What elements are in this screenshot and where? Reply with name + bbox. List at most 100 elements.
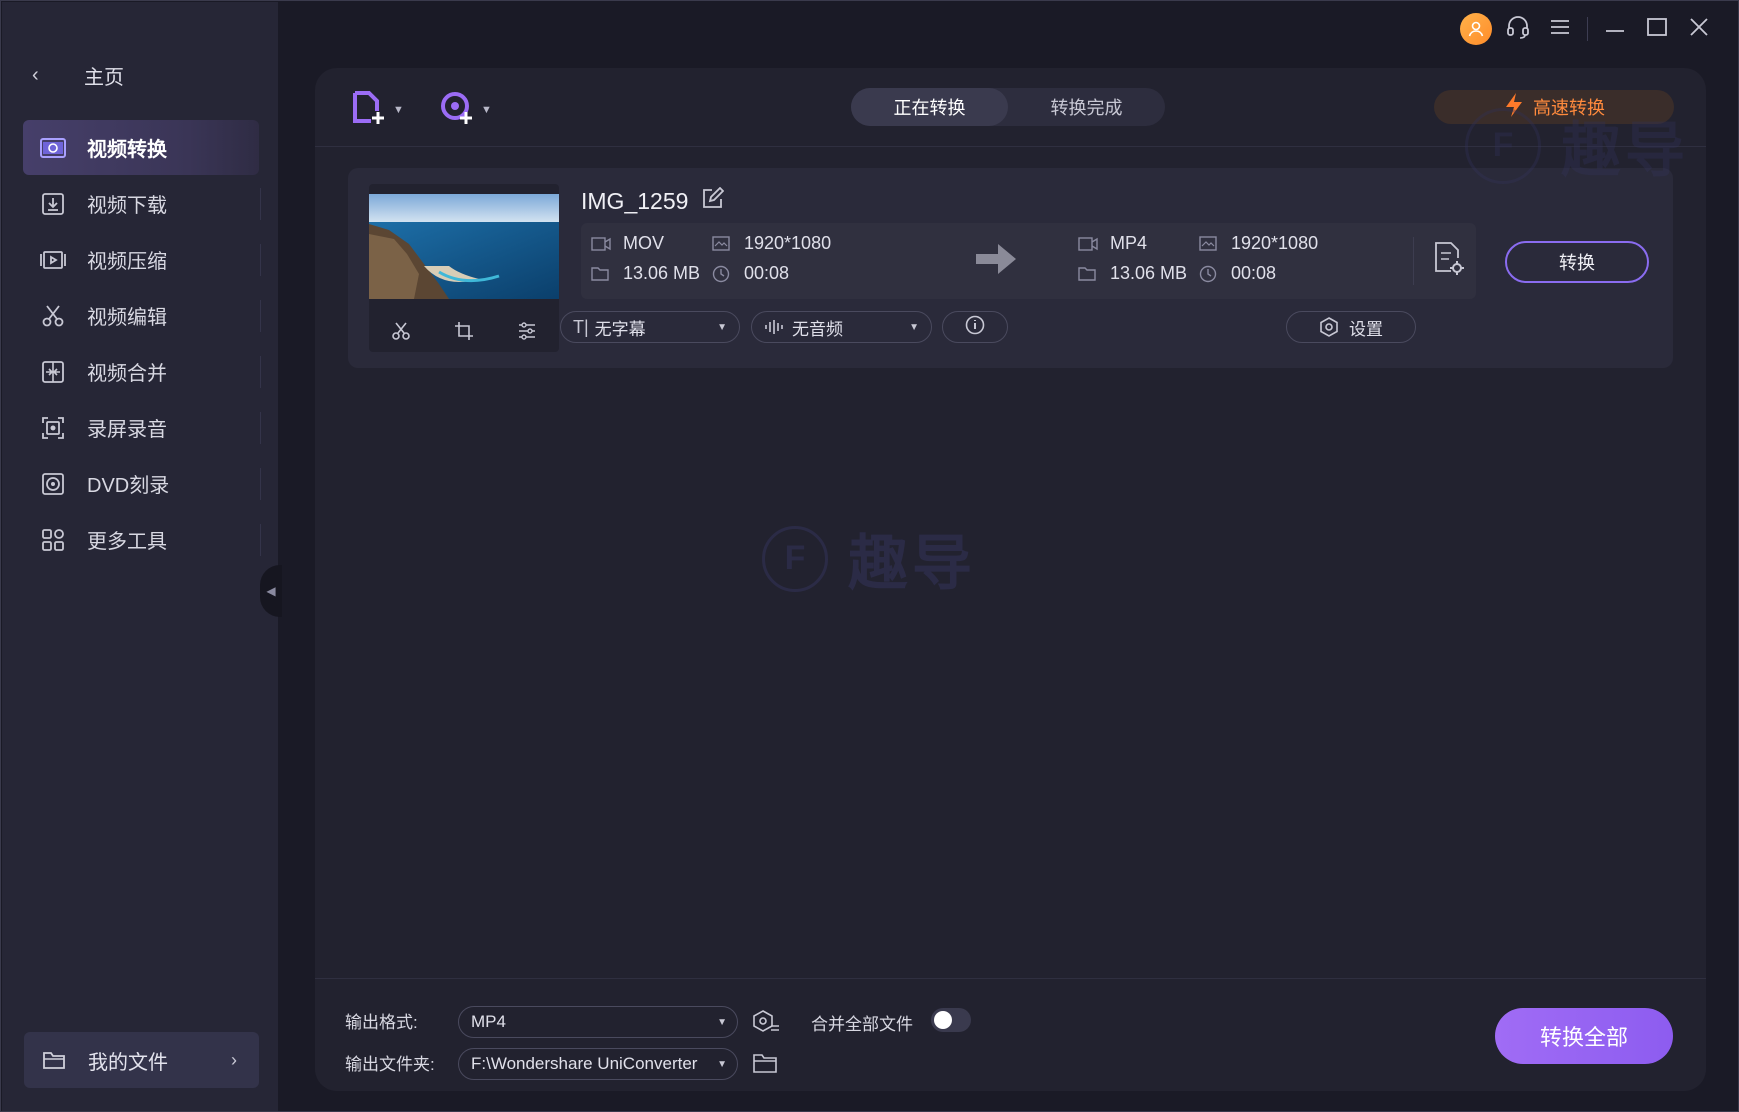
tab-converting[interactable]: 正在转换 xyxy=(851,88,1008,126)
collapse-sidebar-button[interactable]: ◀ xyxy=(260,565,282,617)
watermark: F 趣导 xyxy=(762,515,976,602)
output-settings-button[interactable] xyxy=(1433,241,1465,282)
settings-button[interactable]: 设置 xyxy=(1286,311,1416,343)
home-link[interactable]: ‹ 主页 xyxy=(32,60,124,90)
sidebar-item-video-edit[interactable]: 视频编辑 xyxy=(23,288,261,343)
source-size: 13.06 MB xyxy=(591,263,700,284)
tab-finished[interactable]: 转换完成 xyxy=(1008,88,1165,126)
subtitle-dropdown[interactable]: T| 无字幕 ▼ xyxy=(560,311,740,343)
add-disc-button[interactable]: ▼ xyxy=(439,90,492,130)
subtitle-icon: T| xyxy=(573,316,589,337)
scissors-icon xyxy=(39,302,67,330)
sidebar-item-label: 更多工具 xyxy=(87,531,167,553)
divider xyxy=(260,468,261,500)
merge-label: 合并全部文件 xyxy=(811,1015,913,1034)
subtitle-value: 无字幕 xyxy=(594,319,646,339)
divider xyxy=(260,300,261,332)
file-title: IMG_1259 xyxy=(581,186,725,215)
sidebar-item-video-compress[interactable]: 视频压缩 xyxy=(23,232,261,287)
audio-wave-icon xyxy=(764,319,786,335)
convert-all-button[interactable]: 转换全部 xyxy=(1495,1008,1673,1064)
source-size-value: 13.06 MB xyxy=(623,263,701,283)
trim-button[interactable] xyxy=(391,321,411,341)
sidebar-item-dvd[interactable]: DVD刻录 xyxy=(23,456,261,511)
main-panel: ▼ ▼ 正在转换 转换完成 高速转换 IMG_1259 MOV 13.06 MB… xyxy=(315,68,1706,1091)
sidebar-item-more-tools[interactable]: 更多工具 xyxy=(23,512,261,567)
watermark-text: 趣导 xyxy=(848,530,976,597)
divider xyxy=(1587,17,1588,41)
minimize-button[interactable] xyxy=(1594,11,1636,47)
account-button[interactable] xyxy=(1455,11,1497,47)
status-tab-switch: 正在转换 转换完成 xyxy=(851,88,1165,126)
add-disc-icon xyxy=(439,90,475,131)
watermark-top: F 趣导 xyxy=(1465,102,1689,189)
chevron-down-icon: ▼ xyxy=(717,321,727,333)
output-folder-select[interactable]: F:\Wondershare UniConverter ▼ xyxy=(458,1048,738,1080)
crop-button[interactable] xyxy=(454,321,474,341)
info-icon xyxy=(965,315,985,340)
effects-button[interactable] xyxy=(517,321,537,341)
divider xyxy=(260,244,261,276)
chevron-down-icon: ▼ xyxy=(717,1058,727,1070)
sidebar-item-label: 视频转换 xyxy=(87,139,167,161)
headset-icon xyxy=(1505,14,1531,45)
sidebar-item-video-merge[interactable]: 视频合并 xyxy=(23,344,261,399)
add-file-button[interactable]: ▼ xyxy=(351,90,404,130)
minimize-icon xyxy=(1605,20,1625,38)
source-duration: 00:08 xyxy=(712,263,789,284)
sidebar-item-label: 录屏录音 xyxy=(87,419,167,441)
target-resolution-value: 1920*1080 xyxy=(1231,233,1319,253)
source-resolution: 1920*1080 xyxy=(712,233,831,254)
menu-button[interactable] xyxy=(1539,11,1581,47)
bottom-bar: 输出格式: MP4 ▼ 合并全部文件 输出文件夹: F:\Wondershare… xyxy=(315,978,1706,1091)
chevron-right-icon: › xyxy=(231,1049,237,1070)
info-button[interactable] xyxy=(942,311,1008,343)
thumbnail-tools xyxy=(369,310,559,352)
target-format-value: MP4 xyxy=(1110,233,1148,253)
home-label: 主页 xyxy=(84,66,124,89)
target-resolution: 1920*1080 xyxy=(1199,233,1318,254)
conversion-info: MOV 13.06 MB 1920*1080 00:08 MP4 13.06 M… xyxy=(581,223,1476,299)
download-icon xyxy=(39,190,67,218)
my-files-label: 我的文件 xyxy=(88,1051,168,1074)
settings-label: 设置 xyxy=(1349,319,1383,339)
support-button[interactable] xyxy=(1497,11,1539,47)
divider xyxy=(260,524,261,556)
sidebar-item-screen-record[interactable]: 录屏录音 xyxy=(23,400,261,455)
close-button[interactable] xyxy=(1678,11,1720,47)
watermark-text: 趣导 xyxy=(1561,117,1689,184)
sidebar-item-label: 视频合并 xyxy=(87,363,167,385)
chevron-down-icon: ▼ xyxy=(481,104,492,116)
audio-value: 无音频 xyxy=(792,319,843,339)
convert-button[interactable]: 转换 xyxy=(1505,241,1649,283)
output-format-label: 输出格式: xyxy=(345,1013,418,1032)
format-settings-button[interactable] xyxy=(752,1009,780,1040)
output-format-select[interactable]: MP4 ▼ xyxy=(458,1006,738,1038)
sidebar-nav: 视频转换 视频下载 视频压缩 视频编辑 视频合并 录屏录音 DVD刻录 更多工具 xyxy=(23,120,261,568)
sidebar-item-video-download[interactable]: 视频下载 xyxy=(23,176,261,231)
divider xyxy=(260,356,261,388)
target-size-value: 13.06 MB xyxy=(1110,263,1188,283)
arrow-right-icon xyxy=(974,241,1018,282)
edit-name-icon[interactable] xyxy=(702,186,725,215)
compress-icon xyxy=(39,246,67,274)
open-folder-button[interactable] xyxy=(752,1052,778,1079)
maximize-button[interactable] xyxy=(1636,11,1678,47)
clock-icon xyxy=(1199,265,1221,283)
gear-icon xyxy=(1319,317,1339,337)
merge-toggle[interactable] xyxy=(931,1008,971,1032)
my-files-button[interactable]: 我的文件 › xyxy=(24,1032,259,1088)
sidebar-item-video-convert[interactable]: 视频转换 xyxy=(23,120,259,175)
output-folder-value: F:\Wondershare UniConverter xyxy=(471,1054,698,1073)
video-thumbnail[interactable] xyxy=(369,194,559,299)
folder-icon xyxy=(591,266,613,281)
audio-dropdown[interactable]: 无音频 ▼ xyxy=(751,311,932,343)
maximize-icon xyxy=(1647,17,1667,41)
app-window: ‹ 主页 视频转换 视频下载 视频压缩 视频编辑 视频合并 录屏录音 DVD刻录… xyxy=(0,0,1739,1112)
output-folder-label: 输出文件夹: xyxy=(345,1055,435,1074)
target-format: MP4 xyxy=(1078,233,1147,254)
video-convert-icon xyxy=(39,134,67,162)
folder-icon xyxy=(42,1050,68,1070)
source-format-value: MOV xyxy=(623,233,665,253)
target-size: 13.06 MB xyxy=(1078,263,1187,284)
